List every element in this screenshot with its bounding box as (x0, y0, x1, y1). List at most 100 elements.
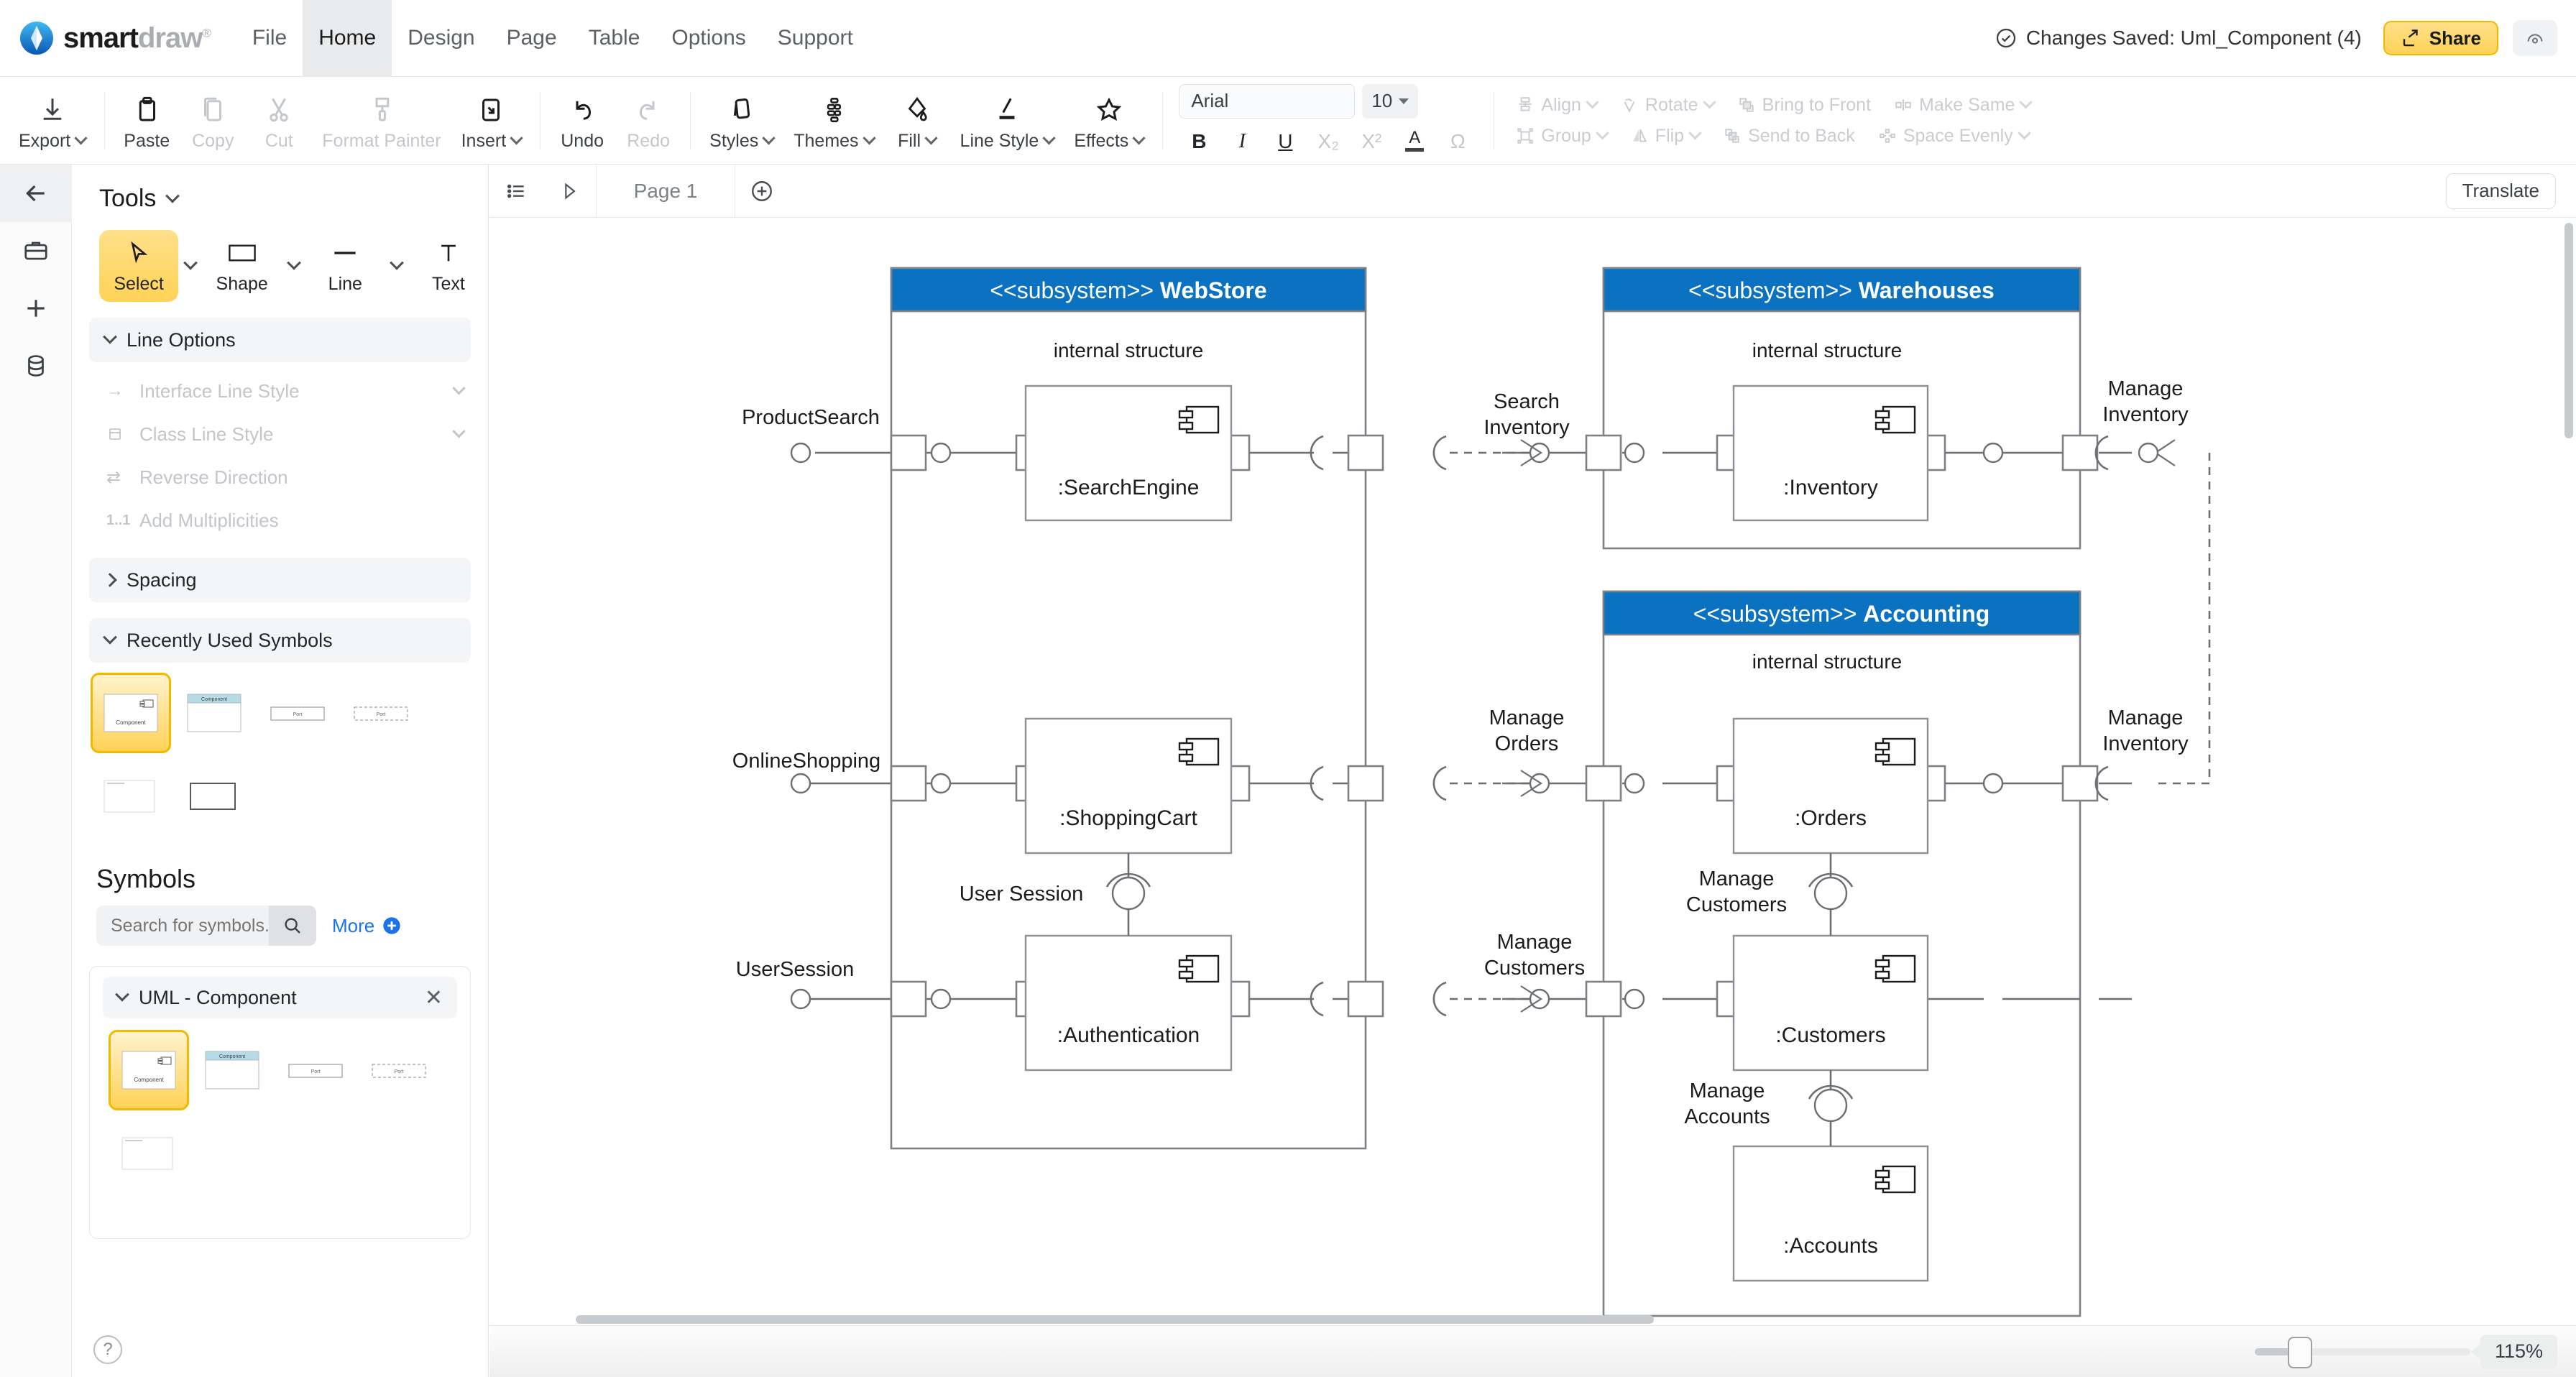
library-symbol-component-header[interactable]: Component (192, 1030, 272, 1110)
add-multiplicities-row[interactable]: 1..1 Add Multiplicities (72, 499, 488, 542)
symbol-button[interactable]: Ω (1438, 126, 1478, 157)
data-button[interactable] (0, 337, 72, 395)
library-symbol-component[interactable]: Component (109, 1030, 189, 1110)
component-orders[interactable]: :Orders (1734, 719, 1928, 853)
effects-button[interactable]: Effects (1064, 77, 1154, 164)
font-size-select[interactable]: 10 (1362, 84, 1418, 119)
make-same-button[interactable]: Make Same (1882, 90, 2042, 121)
outline-view-button[interactable] (489, 165, 543, 218)
paste-button[interactable]: Paste (114, 77, 180, 164)
undo-button[interactable]: Undo (549, 77, 615, 164)
library-symbol-note[interactable] (109, 1113, 189, 1194)
component-shoppingcart[interactable]: :ShoppingCart (1026, 719, 1231, 853)
tool-select-caret[interactable] (178, 230, 202, 302)
component-customers[interactable]: :Customers (1734, 936, 1928, 1070)
tools-title: Tools (99, 185, 156, 213)
more-symbols-link[interactable]: More (332, 915, 402, 937)
library-symbol-port-solid[interactable]: Port (275, 1030, 356, 1110)
back-button[interactable] (0, 165, 72, 222)
tool-select[interactable]: Select (99, 230, 178, 302)
class-line-style-row[interactable]: Class Line Style (72, 413, 488, 456)
group-button[interactable]: Group (1504, 121, 1618, 152)
canvas-vertical-scrollbar[interactable] (2564, 223, 2573, 1272)
add-button[interactable] (0, 280, 72, 337)
interface-line-style-row[interactable]: → Interface Line Style (72, 369, 488, 413)
spacing-header[interactable]: Spacing (89, 558, 471, 602)
bring-to-front-button[interactable]: Bring to Front (1726, 90, 1882, 121)
align-button[interactable]: Align (1504, 90, 1609, 121)
menu-table[interactable]: Table (573, 0, 656, 77)
component-authentication[interactable]: :Authentication (1026, 936, 1231, 1070)
library-symbol-port-dashed[interactable]: Port (359, 1030, 439, 1110)
symbol-port-dashed[interactable]: Port (341, 673, 421, 753)
reverse-direction-row[interactable]: ⇄ Reverse Direction (72, 456, 488, 499)
export-button[interactable]: Export (9, 77, 96, 164)
toolbox-button[interactable] (0, 222, 72, 280)
line-options-header[interactable]: Line Options (89, 318, 471, 362)
tool-line-caret[interactable] (385, 230, 408, 302)
diagram-canvas[interactable]: <<subsystem>> WebStore internal structur… (489, 218, 2576, 1327)
styles-button[interactable]: Styles (699, 77, 783, 164)
insert-button[interactable]: Insert (451, 77, 532, 164)
translate-button[interactable]: Translate (2446, 173, 2556, 209)
format-painter-button[interactable]: Format Painter (312, 77, 451, 164)
cut-button[interactable]: Cut (246, 77, 312, 164)
menu-design[interactable]: Design (392, 0, 490, 77)
scrollbar-thumb[interactable] (2564, 223, 2573, 438)
font-family-input[interactable]: Arial (1179, 84, 1355, 119)
zoom-slider-knob[interactable] (2288, 1337, 2312, 1368)
fill-button[interactable]: Fill (884, 77, 950, 164)
copy-button[interactable]: Copy (180, 77, 246, 164)
superscript-button[interactable]: X² (1351, 126, 1392, 157)
search-input[interactable] (111, 916, 269, 936)
component-searchengine[interactable]: :SearchEngine (1026, 386, 1231, 520)
symbol-node[interactable] (174, 756, 254, 837)
tool-line[interactable]: Line (305, 230, 385, 302)
redo-button[interactable]: Redo (615, 77, 681, 164)
font-color-button[interactable]: A (1394, 126, 1435, 157)
menu-options[interactable]: Options (656, 0, 761, 77)
symbol-library-header[interactable]: UML - Component ✕ (103, 977, 457, 1018)
underline-button[interactable]: U (1265, 126, 1305, 157)
component-accounts[interactable]: :Accounts (1734, 1146, 1928, 1281)
symbol-component[interactable]: Component (91, 673, 171, 753)
menu-support[interactable]: Support (762, 0, 869, 77)
tool-shape[interactable]: Shape (203, 230, 282, 302)
search-submit-button[interactable] (269, 906, 316, 946)
menu-home[interactable]: Home (303, 0, 392, 77)
preview-button[interactable] (2513, 20, 2557, 56)
subscript-button[interactable]: X₂ (1308, 126, 1348, 157)
send-to-back-button[interactable]: Send to Back (1711, 121, 1867, 152)
line-style-button[interactable]: Line Style (950, 77, 1064, 164)
symbol-port-solid[interactable]: Port (257, 673, 338, 753)
smartdraw-logo[interactable]: smartdraw® (20, 22, 211, 55)
canvas-horizontal-scrollbar[interactable] (489, 1315, 2576, 1325)
add-page-button[interactable] (735, 165, 788, 218)
themes-button[interactable]: Themes (783, 77, 883, 164)
flip-button[interactable]: Flip (1619, 121, 1711, 152)
reverse-direction-label: Reverse Direction (139, 466, 288, 489)
help-button[interactable]: ? (93, 1335, 122, 1364)
presentation-play-button[interactable] (543, 165, 596, 218)
tool-shape-caret[interactable] (282, 230, 305, 302)
chevron-down-icon (2018, 126, 2030, 139)
bold-button[interactable]: B (1179, 126, 1219, 157)
menu-file[interactable]: File (236, 0, 303, 77)
tool-text[interactable]: Text (409, 230, 488, 302)
italic-button[interactable]: I (1222, 126, 1262, 157)
rotate-button[interactable]: Rotate (1609, 90, 1726, 121)
page-tab[interactable]: Page 1 (597, 165, 735, 218)
recently-used-header[interactable]: Recently Used Symbols (89, 618, 471, 663)
share-button[interactable]: Share (2383, 21, 2498, 55)
symbol-component-header[interactable]: Component (174, 673, 254, 753)
zoom-slider-track[interactable] (2255, 1348, 2470, 1355)
menu-page[interactable]: Page (491, 0, 573, 77)
component-inventory[interactable]: :Inventory (1734, 386, 1928, 520)
symbol-search-box[interactable] (96, 906, 269, 946)
close-icon[interactable]: ✕ (425, 985, 443, 1010)
space-evenly-button[interactable]: Space Evenly (1867, 121, 2041, 152)
scissors-icon (264, 89, 294, 125)
symbol-note[interactable] (91, 756, 171, 837)
scrollbar-thumb[interactable] (576, 1315, 1654, 1324)
tools-panel-header[interactable]: Tools (72, 165, 488, 220)
